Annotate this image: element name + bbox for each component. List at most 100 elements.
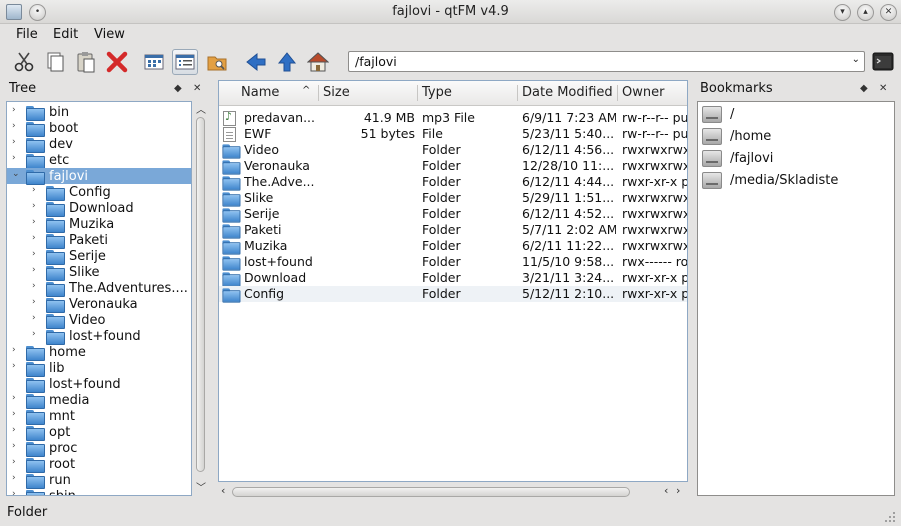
chevron-right-icon[interactable]: › [12, 457, 22, 467]
bookmarks-list[interactable]: / /home/fajlovi/media/Skladiste [697, 101, 895, 496]
chevron-right-icon[interactable]: › [12, 441, 22, 451]
chevron-right-icon[interactable]: › [32, 313, 42, 323]
chevron-right-icon[interactable]: › [32, 217, 42, 227]
menu-view[interactable]: View [94, 27, 125, 42]
chevron-right-icon[interactable]: › [12, 345, 22, 355]
column-header-type[interactable]: Type [422, 85, 452, 100]
file-row[interactable]: Veronauka Folder 12/28/10 11:... rwxrwxrwx [219, 158, 687, 175]
tree-item[interactable]: › Download [27, 200, 191, 217]
chevron-right-icon[interactable]: › [12, 153, 22, 163]
tree-float-button[interactable]: ◆ [174, 83, 182, 94]
path-input[interactable] [355, 53, 835, 70]
bookmark-item[interactable]: /media/Skladiste [702, 170, 838, 190]
file-row[interactable]: predavan... 41.9 MB mp3 File 6/9/11 7:23 AM… [219, 110, 687, 126]
tree-close-button[interactable]: ✕ [193, 83, 201, 94]
file-row[interactable]: Download Folder 3/21/11 3:24... rwxr-xr-x p… [219, 270, 687, 287]
title-bar[interactable]: • fajlovi - qtFM v4.9 ▾ ▴ ✕ [0, 0, 901, 24]
tree-item[interactable]: lost+found [7, 376, 191, 393]
chevron-right-icon[interactable]: › [12, 489, 22, 495]
file-list-hscrollbar[interactable]: ‹ ‹ › [218, 484, 688, 500]
chevron-right-icon[interactable]: › [12, 409, 22, 419]
tree-item[interactable]: › opt [7, 424, 191, 441]
chevron-right-icon[interactable]: › [12, 361, 22, 371]
cut-button[interactable] [11, 49, 37, 75]
tree-item[interactable]: › Config [27, 184, 191, 201]
column-header-owner[interactable]: Owner [622, 85, 664, 100]
tree-scrollbar-thumb[interactable] [196, 117, 205, 472]
chevron-right-icon[interactable]: › [12, 105, 22, 115]
chevron-right-icon[interactable]: › [32, 297, 42, 307]
resize-grip-icon[interactable] [882, 509, 896, 523]
paste-button[interactable] [73, 49, 99, 75]
tree-item[interactable]: › boot [7, 120, 191, 137]
menu-edit[interactable]: Edit [53, 27, 78, 42]
scroll-up-icon[interactable]: ︿ [196, 101, 206, 116]
file-row[interactable]: lost+found Folder 11/5/10 9:58... rwx------… [219, 254, 687, 271]
tree-item[interactable]: › root [7, 456, 191, 473]
tree-item[interactable]: › The.Adventures.... [27, 280, 191, 297]
column-header-date-modified[interactable]: Date Modified [522, 85, 613, 100]
file-row[interactable]: EWF 51 bytes File 5/23/11 5:40... rw-r--r-- … [219, 126, 687, 142]
tree-item[interactable]: › sbin [7, 488, 191, 495]
file-row[interactable]: Paketi Folder 5/7/11 2:02 AM rwxrwxrwx [219, 222, 687, 239]
chevron-right-icon[interactable]: › [32, 329, 42, 339]
file-row[interactable]: Video Folder 6/12/11 4:56... rwxrwxrwx [219, 142, 687, 159]
chevron-right-icon[interactable]: › [12, 473, 22, 483]
back-button[interactable] [243, 49, 269, 75]
column-header-name[interactable]: Name [241, 85, 279, 100]
hscrollbar-thumb[interactable] [232, 487, 630, 497]
file-row[interactable]: Serije Folder 6/12/11 4:52... rwxrwxrwx [219, 206, 687, 223]
chevron-right-icon[interactable]: › [12, 137, 22, 147]
file-list[interactable]: Name ^ Size Type Date Modified Owner pre… [218, 80, 688, 482]
chevron-right-icon[interactable]: › [12, 393, 22, 403]
bookmark-item[interactable]: /fajlovi [702, 148, 773, 168]
tree-item[interactable]: › Paketi [27, 232, 191, 249]
icon-view-button[interactable] [141, 49, 167, 75]
tree-item[interactable]: › home [7, 344, 191, 361]
maximize-button[interactable]: ▴ [857, 4, 874, 21]
chevron-right-icon[interactable]: › [12, 121, 22, 131]
scroll-left-icon[interactable]: ‹ [664, 484, 668, 497]
tree-item[interactable]: › mnt [7, 408, 191, 425]
file-row[interactable]: The.Adve... Folder 6/12/11 4:44... rwxr-xr-… [219, 174, 687, 191]
bookmarks-float-button[interactable]: ◆ [860, 83, 868, 94]
tree-item[interactable]: › Muzika [27, 216, 191, 233]
chevron-right-icon[interactable]: › [32, 233, 42, 243]
chevron-right-icon[interactable]: › [32, 265, 42, 275]
tree-item[interactable]: › Slike [27, 264, 191, 281]
tree-item[interactable]: › Video [27, 312, 191, 329]
chevron-right-icon[interactable]: › [32, 185, 42, 195]
tree-item[interactable]: › lib [7, 360, 191, 377]
tree-item[interactable]: ⌄ fajlovi [7, 168, 191, 185]
tree-view[interactable]: › bin › boot › dev › etc ⌄ fajlovi › Config › Downloa… [6, 101, 192, 496]
file-row[interactable]: Slike Folder 5/29/11 1:51... rwxrwxrwx [219, 190, 687, 207]
tree-item[interactable]: › lost+found [27, 328, 191, 345]
chevron-down-icon[interactable]: ⌄ [852, 54, 860, 65]
folder-search-button[interactable] [204, 49, 230, 75]
copy-button[interactable] [42, 49, 68, 75]
tree-item[interactable]: › proc [7, 440, 191, 457]
file-row[interactable]: Muzika Folder 6/2/11 11:22... rwxrwxrwx [219, 238, 687, 255]
tree-item[interactable]: › media [7, 392, 191, 409]
scroll-left-icon[interactable]: ‹ [221, 484, 225, 497]
up-button[interactable] [274, 49, 300, 75]
tree-item[interactable]: › etc [7, 152, 191, 169]
chevron-right-icon[interactable]: › [12, 425, 22, 435]
bookmarks-close-button[interactable]: ✕ [879, 83, 887, 94]
tree-item[interactable]: › bin [7, 104, 191, 121]
chevron-down-icon[interactable]: ⌄ [12, 169, 22, 179]
tree-scrollbar[interactable]: ︿ ﹀ [193, 101, 208, 496]
tree-item[interactable]: › run [7, 472, 191, 489]
tree-item[interactable]: › Veronauka [27, 296, 191, 313]
chevron-right-icon[interactable]: › [32, 201, 42, 211]
bookmark-item[interactable]: / [702, 104, 734, 124]
chevron-right-icon[interactable]: › [32, 281, 42, 291]
close-button[interactable]: ✕ [880, 4, 897, 21]
file-row[interactable]: Config Folder 5/12/11 2:10... rwxr-xr-x pu [219, 286, 687, 303]
minimize-button[interactable]: ▾ [834, 4, 851, 21]
path-combobox[interactable]: ⌄ [348, 51, 865, 72]
terminal-button[interactable] [872, 51, 894, 72]
scroll-down-icon[interactable]: ﹀ [196, 479, 206, 494]
menu-file[interactable]: File [16, 27, 38, 42]
scroll-right-icon[interactable]: › [676, 484, 680, 497]
